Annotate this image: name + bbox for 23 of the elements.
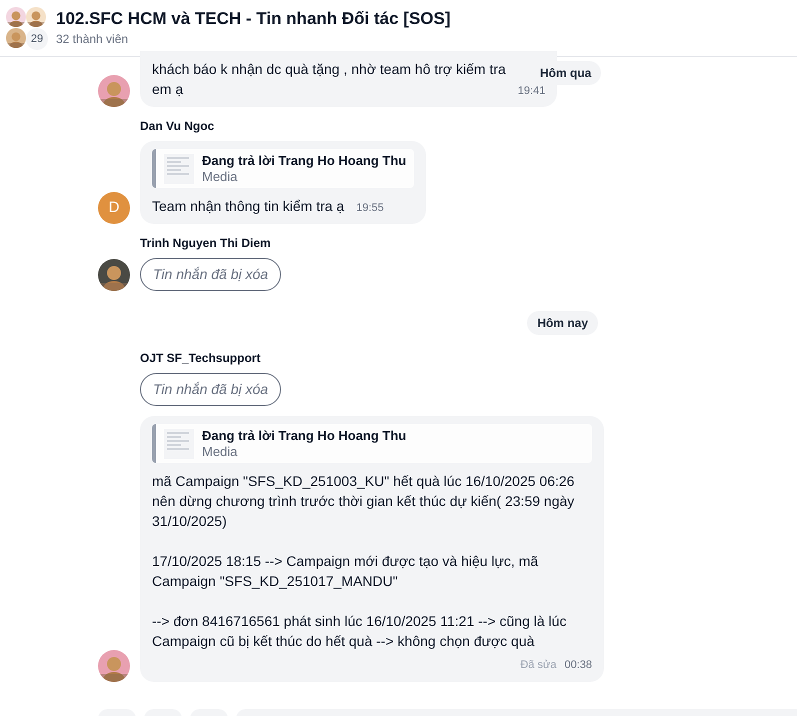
reply-subtitle: Media	[202, 444, 238, 460]
date-badge: Hôm nay	[527, 311, 598, 335]
member-count: 29	[26, 28, 48, 50]
member-count-text: 32 thành viên	[56, 31, 130, 48]
chat-title: 102.SFC HCM và TECH - Tin nhanh Đối tác [SOS]	[56, 8, 451, 30]
reply-title: Đang trả lời Trang Ho Hoang Thu	[202, 427, 406, 444]
sender-name: Trinh Nguyen Thi Diem	[140, 235, 272, 252]
reply-title: Đang trả lời Trang Ho Hoang Thu	[202, 152, 406, 169]
deleted-message: Tin nhắn đã bị xóa	[140, 258, 282, 291]
deleted-message: Tin nhắn đã bị xóa	[140, 373, 282, 406]
reply-subtitle: Media	[202, 169, 238, 185]
avatar: D	[98, 192, 130, 224]
message-text: mã Campaign "SFS_KD_251003_KU" hết quà lúc 16/10/2025 06:26 nên dừng chương trình trước thời gian kết thúc dự kiến( 23:59 ngày 31/10/2025) 17/10/2025 18:15 --> Campaign mới được tạo và hiệu lực, mã Campaign "SFS_KD_251017_MANDU" --> đơn 8416716561 phát sinh lúc 16/10/2025 11:21 --> cũng là lúc Campaign cũ bị kết thúc do hết quà --> không chọn được quà	[152, 472, 576, 651]
message-text: Team nhận thông tin kiểm tra ạ	[152, 197, 344, 216]
message-time: 00:38	[564, 658, 592, 673]
edited-label: Đã sửa	[520, 658, 556, 673]
sender-name: Dan Vu Ngoc	[140, 118, 216, 135]
thumbnail-icon	[164, 154, 194, 184]
thumbnail-icon	[164, 428, 194, 458]
message-time: 19:41	[518, 84, 546, 98]
message-text: khách báo k nhận dc quà tặng , nhờ team hô trợ kiếm tra em ạ	[152, 60, 506, 99]
sender-name: OJT SF_Techsupport	[140, 350, 262, 367]
message-time: 19:55	[356, 200, 384, 216]
